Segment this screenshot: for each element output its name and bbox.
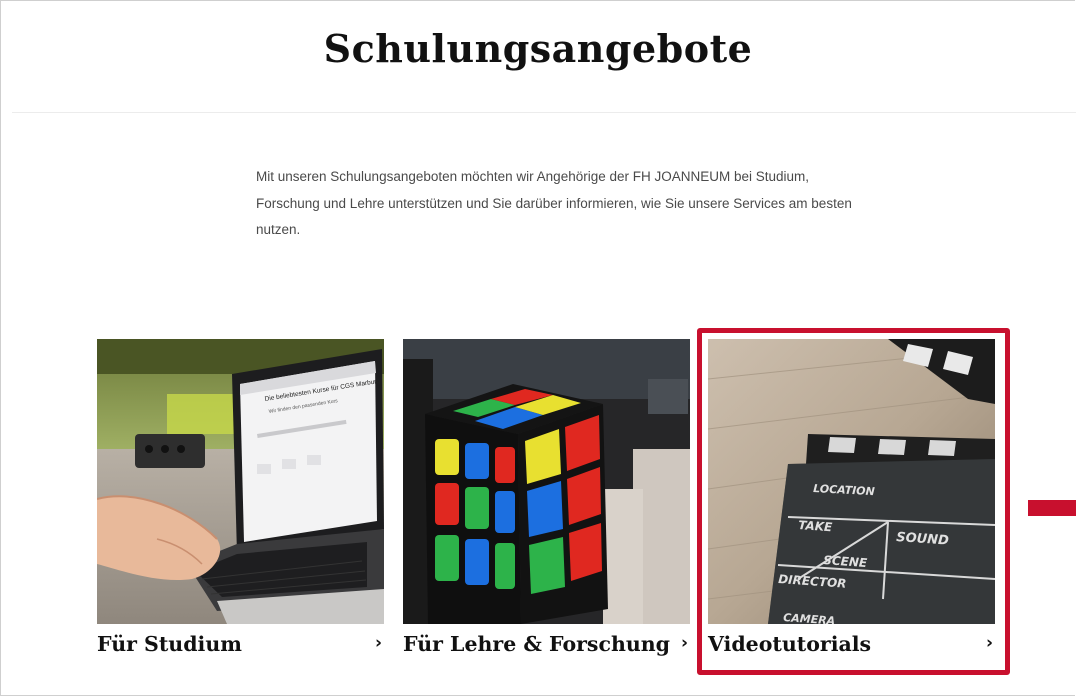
card-label-lehre-forschung[interactable]: Für Lehre & Forschung (403, 632, 670, 656)
card-caption[interactable]: Videotutorials › (708, 624, 995, 668)
intro-line-1: Mit unseren Schulungsangeboten möchten w… (256, 169, 810, 184)
intro-line-3: nutzen. (256, 222, 301, 237)
rubiks-cube-illustration (403, 339, 690, 624)
header-divider (12, 112, 1076, 113)
film-clapperboard-photo[interactable]: LOCATION TAKE SOUND SCENE DIRECTOR CAMER… (708, 339, 995, 624)
red-accent-bar (1028, 500, 1076, 516)
laptop-typing-photo[interactable]: Die beliebtesten Kurse für CGS Marburg W… (97, 339, 384, 624)
page-title: Schulungsangebote (323, 26, 753, 71)
chevron-right-icon[interactable]: › (986, 633, 993, 653)
card-caption[interactable]: Für Lehre & Forschung › (403, 624, 690, 668)
card-label-studium[interactable]: Für Studium (97, 632, 242, 656)
laptop-photo-illustration: Die beliebtesten Kurse für CGS Marburg W… (97, 339, 384, 624)
card-fuer-studium[interactable]: Die beliebtesten Kurse für CGS Marburg W… (97, 339, 384, 668)
clapper-text-take: TAKE (798, 518, 834, 534)
rubiks-cube-photo[interactable] (403, 339, 690, 624)
card-videotutorials[interactable]: LOCATION TAKE SOUND SCENE DIRECTOR CAMER… (708, 339, 995, 668)
chevron-right-icon[interactable]: › (681, 633, 688, 653)
clapperboard-illustration: LOCATION TAKE SOUND SCENE DIRECTOR CAMER… (708, 339, 995, 624)
card-label-videotutorials[interactable]: Videotutorials (708, 632, 871, 656)
intro-line-2: Forschung und Lehre unterstützen und Sie… (256, 195, 852, 211)
card-fuer-lehre-forschung[interactable]: Für Lehre & Forschung › (403, 339, 690, 668)
intro-text: Mit unseren Schulungsangeboten möchten w… (256, 164, 856, 244)
chevron-right-icon[interactable]: › (375, 633, 382, 653)
card-caption[interactable]: Für Studium › (97, 624, 384, 668)
